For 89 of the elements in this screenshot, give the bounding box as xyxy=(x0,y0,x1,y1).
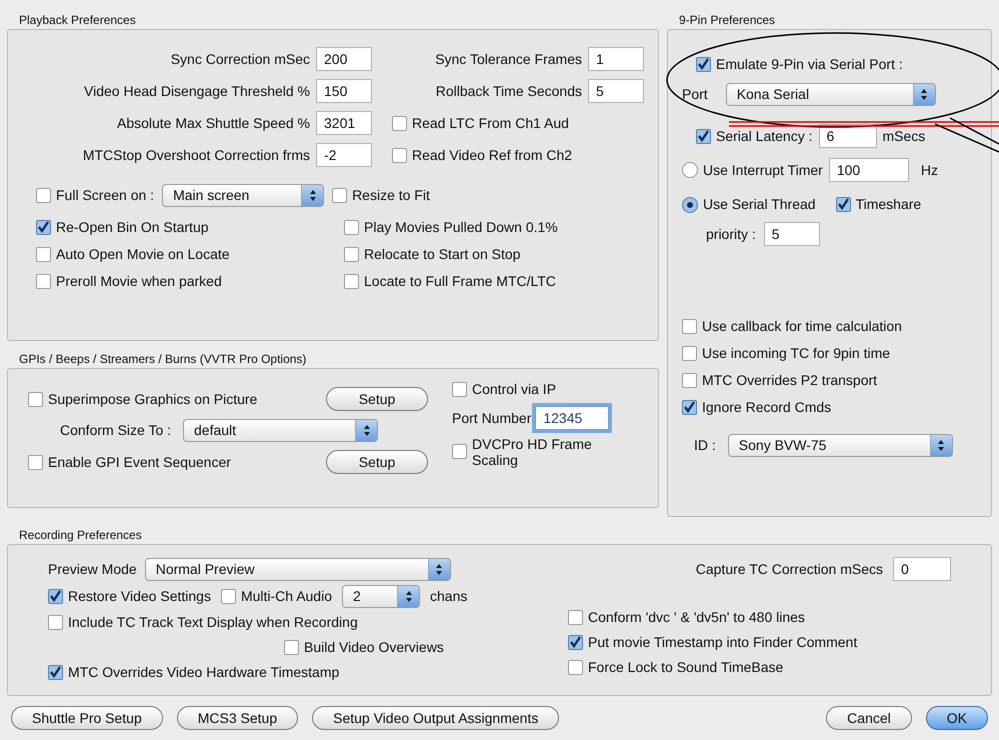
label: Capture TC Correction mSecs xyxy=(696,560,883,579)
checkbox[interactable]: Multi-Ch Audio xyxy=(220,586,332,607)
push-button[interactable]: MCS3 Setup xyxy=(176,706,298,730)
checkmark-icon xyxy=(569,636,582,649)
section-title: GPIs / Beeps / Streamers / Burns (VVTR Pro Options) xyxy=(18,351,308,368)
text-field[interactable]: -2 xyxy=(316,143,372,167)
label: Preview Mode xyxy=(48,560,137,578)
checkbox[interactable]: Control via IP xyxy=(452,379,610,400)
push-button[interactable]: Setup Video Output Assignments xyxy=(312,706,560,730)
label: Absolute Max Shuttle Speed % xyxy=(116,114,310,133)
label: priority : xyxy=(706,224,756,244)
label: Port Number xyxy=(452,408,532,428)
checkbox[interactable]: Emulate 9-Pin via Serial Port : xyxy=(682,54,977,75)
checkbox[interactable]: Use callback for time calculation xyxy=(682,316,977,337)
checkbox[interactable]: Build Video Overviews xyxy=(48,637,568,658)
radio-button[interactable]: Use Interrupt Timer xyxy=(682,160,823,180)
text-field[interactable]: 1 xyxy=(588,47,644,71)
checkbox[interactable]: DVCPro HD Frame Scaling xyxy=(452,436,592,468)
text-field[interactable]: 200 xyxy=(316,47,372,71)
label: Conform Size To : xyxy=(60,421,172,440)
checkbox[interactable]: Relocate to Start on Stop xyxy=(344,244,558,265)
label: Video Head Disengage Thresheld % xyxy=(84,82,310,101)
label: Rollback Time Seconds xyxy=(436,82,582,100)
up-down-arrows-icon xyxy=(937,439,946,452)
push-button[interactable]: Cancel xyxy=(826,706,912,730)
checkbox[interactable]: MTC Overrides Video Hardware Timestamp xyxy=(48,662,568,683)
up-down-arrows-icon xyxy=(308,189,317,202)
text-field[interactable]: 0 xyxy=(893,557,951,581)
checkmark-icon xyxy=(49,590,62,603)
push-button[interactable]: Setup xyxy=(326,387,428,411)
up-down-arrows-icon xyxy=(404,590,412,603)
label: Hz xyxy=(920,160,938,180)
dropdown[interactable]: default xyxy=(183,419,378,442)
checkbox[interactable]: Auto Open Movie on Locate xyxy=(36,244,344,265)
checkbox[interactable]: Resize to Fit xyxy=(332,185,430,206)
label: chans xyxy=(430,587,468,606)
checkbox[interactable]: MTC Overrides P2 transport xyxy=(682,370,977,391)
checkbox[interactable]: Force Lock to Sound TimeBase xyxy=(568,657,858,678)
up-down-arrows-icon xyxy=(920,88,928,101)
checkbox[interactable]: Restore Video Settings xyxy=(48,586,211,607)
checkbox[interactable]: Locate to Full Frame MTC/LTC xyxy=(344,271,558,292)
dropdown[interactable]: Main screen xyxy=(162,184,324,207)
checkmark-icon xyxy=(49,666,62,679)
checkbox[interactable]: Conform 'dvc ' & 'dv5n' to 480 lines xyxy=(568,607,858,628)
text-field[interactable]: 5 xyxy=(588,79,644,103)
dropdown[interactable]: Normal Preview xyxy=(144,558,451,580)
label: ID : xyxy=(694,436,716,455)
checkbox[interactable]: Superimpose Graphics on Picture xyxy=(28,388,258,410)
push-button[interactable]: Setup xyxy=(326,450,428,474)
checkmark-icon xyxy=(836,198,850,211)
checkbox[interactable]: Read Video Ref from Ch2 xyxy=(392,144,644,166)
checkbox[interactable]: Enable GPI Event Sequencer xyxy=(28,452,231,472)
checkbox[interactable]: Include TC Track Text Display when Recording xyxy=(48,612,568,633)
checkbox[interactable]: Use incoming TC for 9pin time xyxy=(682,343,977,364)
checkbox[interactable]: Serial Latency : xyxy=(696,126,812,146)
checkbox[interactable]: Read LTC From Ch1 Aud xyxy=(392,112,644,134)
up-down-arrows-icon xyxy=(435,562,444,576)
checkbox[interactable]: Re-Open Bin On Startup xyxy=(36,217,344,238)
checkmark-icon xyxy=(683,401,696,414)
label: Sync Tolerance Frames xyxy=(435,50,582,69)
push-button[interactable]: OK xyxy=(926,706,988,730)
checkbox[interactable]: Timeshare xyxy=(836,194,922,215)
section-title: 9-Pin Preferences xyxy=(678,12,776,29)
up-down-arrows-icon xyxy=(362,424,371,437)
dropdown[interactable]: Kona Serial xyxy=(726,83,936,106)
text-field[interactable]: 100 xyxy=(828,158,909,182)
label: MTCStop Overshoot Correction frms xyxy=(82,146,310,165)
label: Sync Correction mSec xyxy=(170,50,310,69)
text-field[interactable]: 5 xyxy=(764,222,820,246)
checkmark-icon xyxy=(697,130,710,142)
dropdown[interactable]: 2 xyxy=(342,585,420,608)
radio-button[interactable]: Use Serial Thread xyxy=(682,194,816,215)
checkmark-icon xyxy=(37,221,50,234)
checkbox[interactable]: Put movie Timestamp into Finder Comment xyxy=(568,632,858,653)
dropdown[interactable]: Sony BVW-75 xyxy=(728,434,953,457)
text-field[interactable]: 6 xyxy=(818,124,876,148)
checkbox[interactable]: Preroll Movie when parked xyxy=(36,271,344,292)
label: mSecs xyxy=(882,126,926,146)
text-field[interactable]: 12345 xyxy=(535,406,610,430)
checkbox[interactable]: Full Screen on : xyxy=(36,185,154,206)
section-title: Playback Preferences xyxy=(18,12,137,29)
text-field[interactable]: 3201 xyxy=(316,111,372,135)
text-field[interactable]: 150 xyxy=(316,79,372,103)
section-title: Recording Preferences xyxy=(18,527,143,544)
checkmark-icon xyxy=(697,58,710,71)
label: Port xyxy=(682,85,708,104)
checkbox[interactable]: Ignore Record Cmds xyxy=(682,397,977,418)
push-button[interactable]: Shuttle Pro Setup xyxy=(11,706,163,730)
checkbox[interactable]: Play Movies Pulled Down 0.1% xyxy=(344,217,558,238)
